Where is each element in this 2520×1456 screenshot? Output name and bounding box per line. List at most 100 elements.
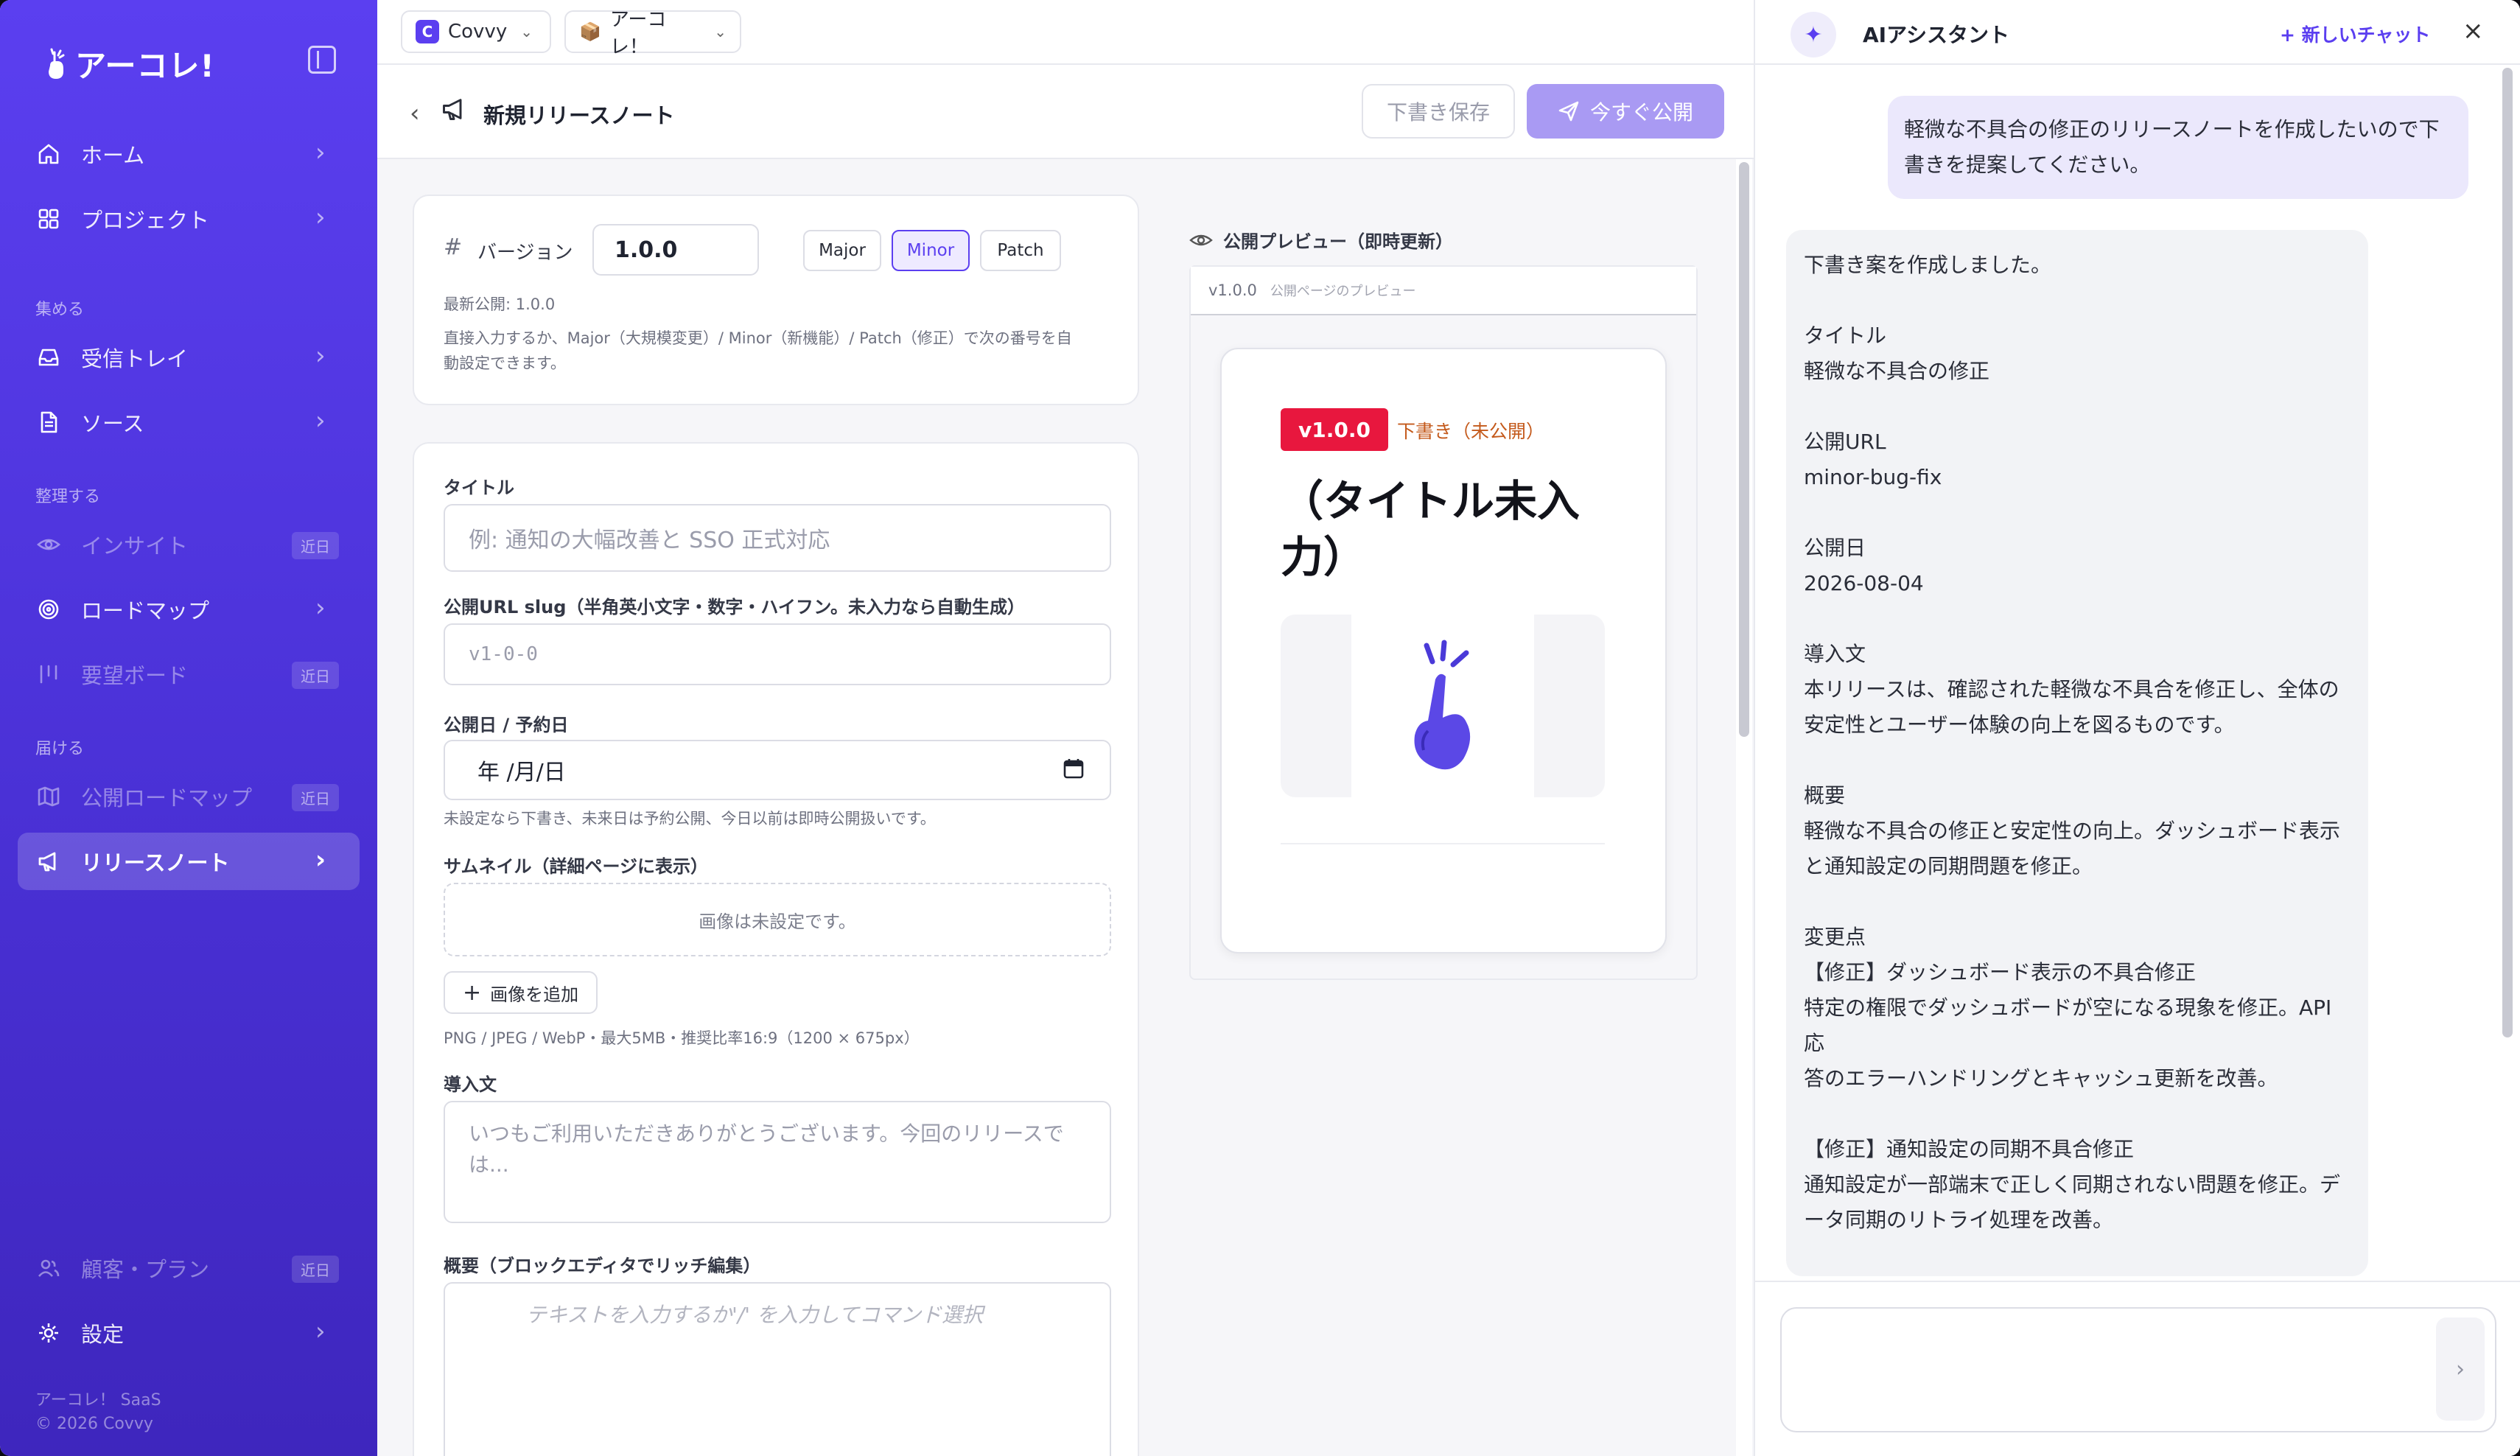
section-label-deliver: 届ける — [35, 740, 85, 758]
preview-card: v1.0.0 下書き（未公開） （タイトル未入力） — [1220, 348, 1667, 953]
close-icon[interactable]: × — [2463, 16, 2484, 46]
app-logo[interactable]: アーコレ! — [44, 41, 215, 86]
version-major-button[interactable]: Major — [803, 230, 881, 271]
version-hint-line: 直接入力するか、Major（大規模変更）/ Minor（新機能）/ Patch（… — [444, 329, 1072, 347]
send-icon — [1558, 101, 1579, 122]
workspace-name: Covvy — [448, 21, 508, 43]
preview-label: 公開プレビュー（即時更新） — [1189, 227, 1453, 253]
sidebar-item-inbox[interactable]: 受信トレイ › — [18, 329, 360, 386]
title-input[interactable]: 例: 通知の大幅改善と SSO 正式対応 — [444, 504, 1111, 572]
chevron-right-icon: › — [315, 593, 326, 623]
assistant-message-line: ータ同期のリトライ処理を改善。 — [1804, 1208, 2114, 1232]
preview-thumbnail — [1281, 615, 1605, 797]
target-icon — [35, 596, 62, 623]
grid-icon — [35, 206, 62, 232]
version-label: バージョン — [477, 242, 573, 264]
date-value: 年 /月/日 — [477, 760, 566, 785]
eye-icon — [35, 531, 62, 558]
editor-scrollbar-thumb[interactable] — [1739, 162, 1749, 737]
sidebar-item-home[interactable]: ホーム › — [18, 125, 360, 183]
date-input[interactable]: 年 /月/日 — [444, 740, 1111, 800]
logo-hand-icon — [49, 48, 65, 79]
hand-logo-icon — [1414, 640, 1471, 770]
sidebar-item-label: 公開ロードマップ — [81, 785, 253, 811]
workspace-selector[interactable]: C Covvy ⌄ — [401, 10, 551, 53]
inbox-icon — [35, 344, 62, 371]
version-patch-button[interactable]: Patch — [980, 230, 1061, 271]
eye-icon — [1189, 234, 1213, 245]
project-selector[interactable]: 📦 アーコレ！ ⌄ — [564, 9, 741, 58]
sidebar-item-label: ロードマップ — [81, 598, 210, 623]
sidebar-item-roadmap[interactable]: ロードマップ › — [18, 581, 360, 638]
version-card: # バージョン 1.0.0 Major Minor Patch 最新公開: 1.… — [413, 195, 1139, 405]
add-image-label: 画像を追加 — [490, 984, 579, 1005]
chat-scrollbar-thumb[interactable] — [2502, 68, 2513, 1037]
slug-input[interactable]: v1-0-0 — [444, 623, 1111, 685]
section-label-collect: 集める — [35, 301, 85, 319]
chevron-down-icon: ⌄ — [714, 23, 727, 41]
assistant-message-line: 軽微な不具合の修正と安定性の向上。ダッシュボード表示 — [1804, 819, 2341, 843]
sidebar-collapse-button[interactable] — [308, 46, 336, 74]
assistant-message-line: 【修正】通知設定の同期不具合修正 — [1804, 1137, 2135, 1161]
send-button[interactable]: › — [2436, 1317, 2485, 1421]
assistant-message-line: と通知設定の同期問題を修正。 — [1804, 854, 2093, 878]
sidebar-item-label: プロジェクト — [81, 208, 210, 233]
summary-editor[interactable]: テキストを入力するか'/' を入力してコマンド選択 — [444, 1282, 1111, 1456]
chat-input[interactable]: › — [1780, 1307, 2496, 1432]
title-label: タイトル — [444, 477, 514, 498]
sidebar-item-project[interactable]: プロジェクト › — [18, 190, 360, 248]
intro-textarea[interactable]: いつもご利用いただきありがとうございます。今回のリリースでは... — [444, 1101, 1111, 1223]
sidebar-item-board: 要望ボード 近日 — [18, 645, 360, 703]
footer-copyright: © 2026 Covvy — [35, 1415, 153, 1433]
sidebar-item-label: 設定 — [81, 1322, 125, 1347]
assistant-message-line: 通知設定が一部端末で正しく同期されない問題を修正。デ — [1804, 1172, 2341, 1197]
assistant-message-line: 公開URL — [1804, 430, 1886, 454]
sidebar-item-label: インサイト — [81, 533, 189, 559]
assistant-message-line — [1804, 1096, 2351, 1132]
assistant-message-line: 【修正】ダッシュボード表示の不具合修正 — [1804, 960, 2197, 984]
sidebar-item-label: 要望ボード — [81, 663, 189, 688]
assistant-message-body: 下書き案を作成しました。 タイトル 軽微な不具合の修正 公開URL minor-bu… — [1804, 248, 2351, 1276]
date-hint: 未設定なら下書き、未来日は予約公開、今日以前は即時公開扱いです。 — [444, 810, 936, 827]
app-window: アーコレ! ホーム › プロジェクト › 集める 受信トレイ › ソース › 整… — [0, 0, 2520, 1456]
back-button[interactable]: ‹ — [410, 99, 420, 128]
assistant-message-line — [1804, 884, 2351, 920]
sidebar-item-release-notes[interactable]: リリースノート › — [18, 833, 360, 890]
new-chat-button[interactable]: + 新しいチャット — [2280, 21, 2430, 47]
sidebar: アーコレ! ホーム › プロジェクト › 集める 受信トレイ › ソース › 整… — [0, 0, 377, 1456]
assistant-message-line: 答のエラーハンドリングとキャッシュ更新を改善。 — [1804, 1066, 2278, 1091]
topbar: C Covvy ⌄ 📦 アーコレ！ ⌄ — [377, 0, 1754, 65]
version-hint-line: 動設定できます。 — [444, 354, 566, 372]
logo-text: アーコレ! — [75, 48, 215, 84]
assistant-message-line: 導入文 — [1804, 642, 1866, 666]
map-icon — [35, 783, 62, 810]
hash-icon: # — [444, 234, 463, 260]
slug-label: 公開URL slug（半角英小文字・数字・ハイフン。未入力なら自動生成） — [444, 597, 1025, 617]
sidebar-item-label: 受信トレイ — [81, 346, 189, 371]
calendar-icon[interactable] — [1063, 757, 1085, 785]
assistant-message-line: タイトル — [1804, 323, 1887, 348]
version-minor-button[interactable]: Minor — [892, 230, 970, 271]
megaphone-icon — [35, 848, 62, 875]
workspace-badge: C — [416, 20, 439, 43]
version-input[interactable]: 1.0.0 — [592, 224, 759, 276]
assistant-message-line: 対象者 — [1804, 1273, 2351, 1276]
sidebar-item-public-roadmap: 公開ロードマップ 近日 — [18, 768, 360, 825]
assistant-message-line: 概要 — [1804, 783, 1846, 808]
coming-soon-badge: 近日 — [292, 784, 339, 811]
save-draft-button[interactable]: 下書き保存 — [1362, 84, 1515, 139]
thumbnail-dropzone[interactable]: 画像は未設定です。 — [444, 883, 1111, 956]
version-hint: 直接入力するか、Major（大規模変更）/ Minor（新機能）/ Patch（… — [444, 326, 1121, 376]
assistant-message-line: 下書き案を作成しました。 — [1804, 253, 2052, 277]
add-image-button[interactable]: + 画像を追加 — [444, 971, 598, 1014]
assistant-message-line: 変更点 — [1804, 925, 1866, 949]
package-icon: 📦 — [579, 21, 601, 42]
assistant-message-line — [1804, 283, 2351, 318]
sidebar-item-settings[interactable]: 設定 › — [18, 1304, 360, 1362]
assistant-message-line: 特定の権限でダッシュボードが空になる現象を修正。API応 — [1804, 995, 2332, 1055]
preview-draft-status: 下書き（未公開） — [1397, 421, 1545, 442]
sidebar-item-source[interactable]: ソース › — [18, 393, 360, 451]
publish-now-button[interactable]: 今すぐ公開 — [1527, 84, 1724, 139]
thumbnail-label: サムネイル（詳細ページに表示） — [444, 856, 709, 877]
footer-product: アーコレ！ SaaS — [35, 1391, 161, 1410]
